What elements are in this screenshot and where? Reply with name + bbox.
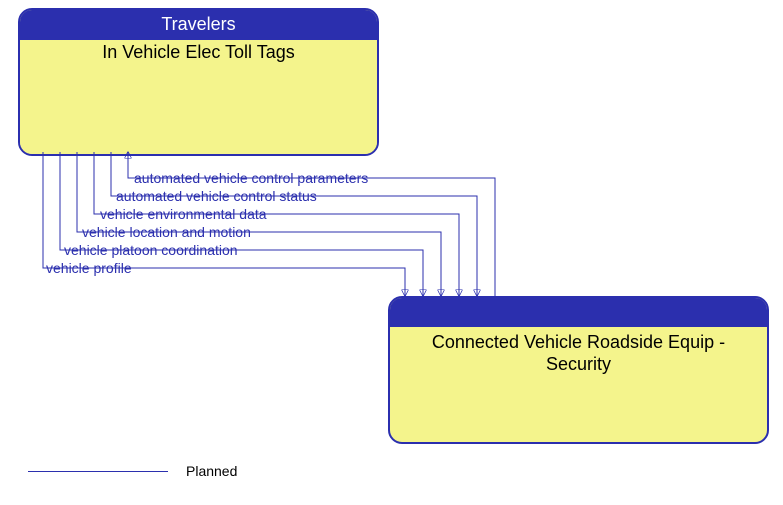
legend-line-icon — [28, 471, 168, 472]
flow-label-1: automated vehicle control status — [116, 188, 317, 204]
node-cvrse-title-line1: Connected Vehicle Roadside Equip - — [432, 332, 725, 352]
legend-label: Planned — [186, 463, 237, 479]
node-cvrse[interactable]: Connected Vehicle Roadside Equip - Secur… — [388, 296, 769, 444]
node-travelers-subheader: In Vehicle Elec Toll Tags — [20, 40, 377, 67]
node-cvrse-header — [390, 298, 767, 327]
node-cvrse-title-line2: Security — [546, 354, 611, 374]
flow-label-0: automated vehicle control parameters — [134, 170, 368, 186]
flow-label-5: vehicle profile — [46, 260, 132, 276]
node-travelers[interactable]: Travelers In Vehicle Elec Toll Tags — [18, 8, 379, 156]
flow-label-2: vehicle environmental data — [100, 206, 267, 222]
node-travelers-header: Travelers — [20, 10, 377, 40]
node-travelers-body — [20, 67, 377, 154]
flow-label-4: vehicle platoon coordination — [64, 242, 238, 258]
diagram-canvas: Travelers In Vehicle Elec Toll Tags Conn… — [0, 0, 783, 505]
node-cvrse-title: Connected Vehicle Roadside Equip - Secur… — [390, 327, 767, 379]
flow-label-3: vehicle location and motion — [82, 224, 251, 240]
